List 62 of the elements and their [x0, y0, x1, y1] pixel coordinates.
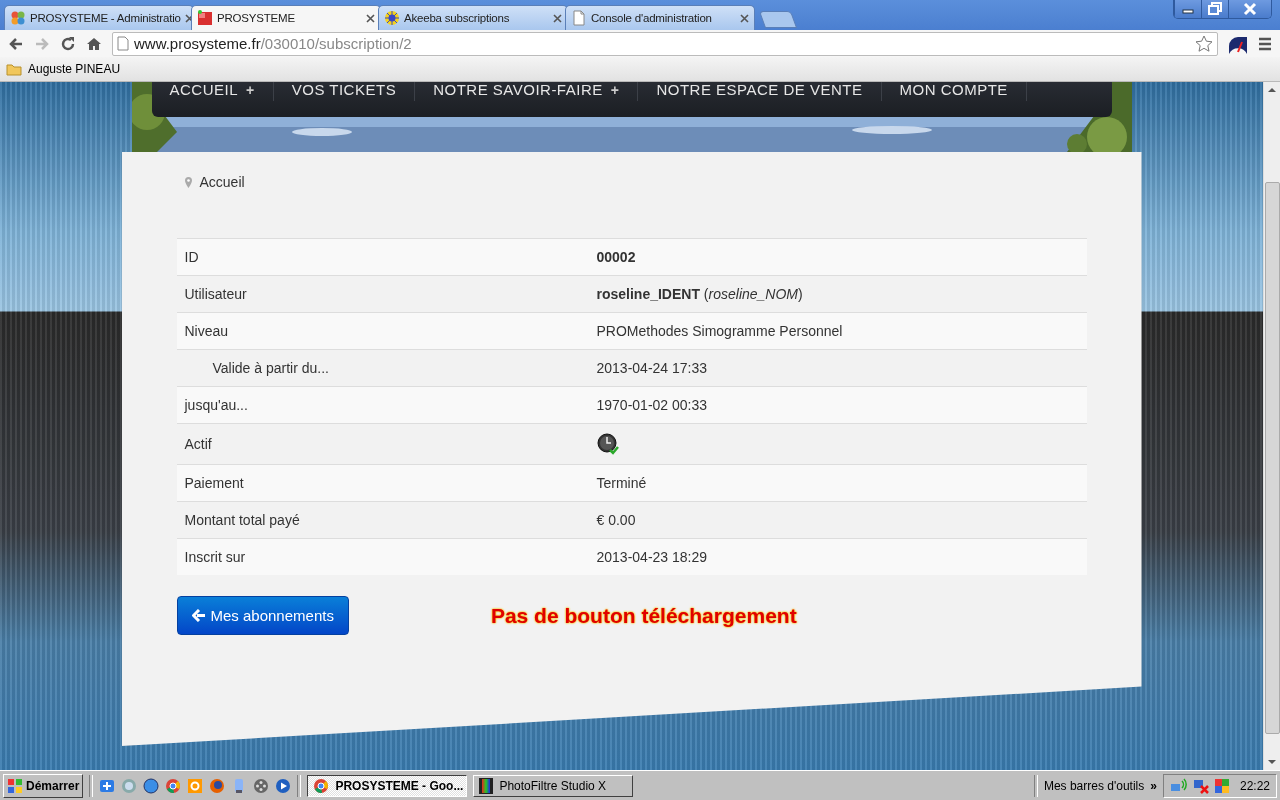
app-icon [197, 10, 213, 26]
film-icon [479, 777, 494, 794]
flower-icon [10, 10, 26, 26]
field-value: 1970-01-02 00:33 [588, 386, 1087, 424]
desktop-icon[interactable] [99, 777, 116, 794]
field-label: jusqu'au... [176, 386, 589, 424]
bookmark[interactable]: Auguste PINEAU [6, 62, 121, 76]
restore-icon[interactable] [1201, 0, 1228, 18]
chrome-icon[interactable] [165, 777, 182, 794]
menu-item[interactable]: MON COMPTE [881, 82, 1027, 101]
network-error-icon[interactable] [1191, 777, 1210, 794]
annotation-text: Pas de bouton téléchargement [490, 603, 797, 628]
field-label: ID [176, 238, 589, 276]
back-icon[interactable] [8, 35, 24, 52]
arrow-left-icon [191, 609, 205, 622]
page-icon [117, 36, 129, 51]
taskbar-window-button[interactable]: PhotoFiltre Studio X [473, 774, 634, 797]
plus-icon[interactable]: + [610, 82, 620, 98]
scrollbar-thumb[interactable] [1264, 182, 1280, 734]
menu-item[interactable]: NOTRE SAVOIR-FAIRE + [415, 82, 639, 101]
plus-icon[interactable]: + [246, 82, 255, 98]
address-bar[interactable]: www.prosysteme.fr/030010/subscription/2 [112, 31, 1218, 56]
browser-tab[interactable]: Akeeba subscriptions [378, 5, 568, 30]
browser-tab[interactable]: PROSYSTEME [191, 5, 381, 30]
reload-icon[interactable] [60, 35, 76, 52]
field-label: Inscrit sur [176, 538, 589, 575]
firefox-icon[interactable] [209, 777, 226, 794]
toolbars-label[interactable]: Mes barres d'outils [1043, 778, 1145, 793]
close-icon[interactable] [740, 13, 749, 23]
antivirus-icon[interactable] [1213, 777, 1230, 794]
folder-icon [6, 62, 22, 76]
field-value: Terminé [588, 464, 1087, 502]
menu-item[interactable]: VOS TICKETS [273, 82, 416, 101]
close-icon[interactable] [366, 13, 375, 23]
close-icon[interactable] [1228, 0, 1271, 18]
field-value: 2013-04-23 18:29 [588, 538, 1087, 575]
chevron-button[interactable]: » [1150, 778, 1157, 793]
menu-item[interactable]: ACCUEIL + [151, 82, 274, 101]
map-pin-icon [184, 176, 192, 188]
star-icon[interactable] [1195, 34, 1213, 53]
play-icon[interactable] [275, 777, 292, 794]
field-value: 00002 [588, 238, 1087, 276]
close-icon[interactable] [553, 13, 562, 23]
chrome-icon [313, 777, 330, 794]
reel-icon[interactable] [253, 777, 270, 794]
browser-tab[interactable]: PROSYSTEME - Administratio [4, 5, 194, 30]
clock: 22:22 [1239, 778, 1270, 793]
home-icon[interactable] [86, 35, 102, 52]
field-label: Niveau [176, 312, 589, 350]
close-icon[interactable] [184, 13, 194, 23]
sun-icon [384, 10, 400, 26]
back-button[interactable]: Mes abonnements [176, 596, 349, 635]
breadcrumb-link[interactable]: Accueil [199, 174, 245, 190]
page-icon [571, 10, 587, 26]
start-button[interactable]: Démarrer [3, 773, 84, 798]
menu-icon[interactable] [1258, 36, 1272, 51]
taskbar-window-button[interactable]: PROSYSTEME - Goo... [307, 774, 468, 797]
field-value: PROMethodes Simogramme Personnel [588, 312, 1087, 350]
field-label: Paiement [176, 464, 589, 502]
windows-logo-icon [7, 777, 23, 794]
browser-tab[interactable]: Console d'administration [565, 5, 755, 30]
menu-item[interactable]: NOTRE ESPACE DE VENTE [638, 82, 882, 101]
